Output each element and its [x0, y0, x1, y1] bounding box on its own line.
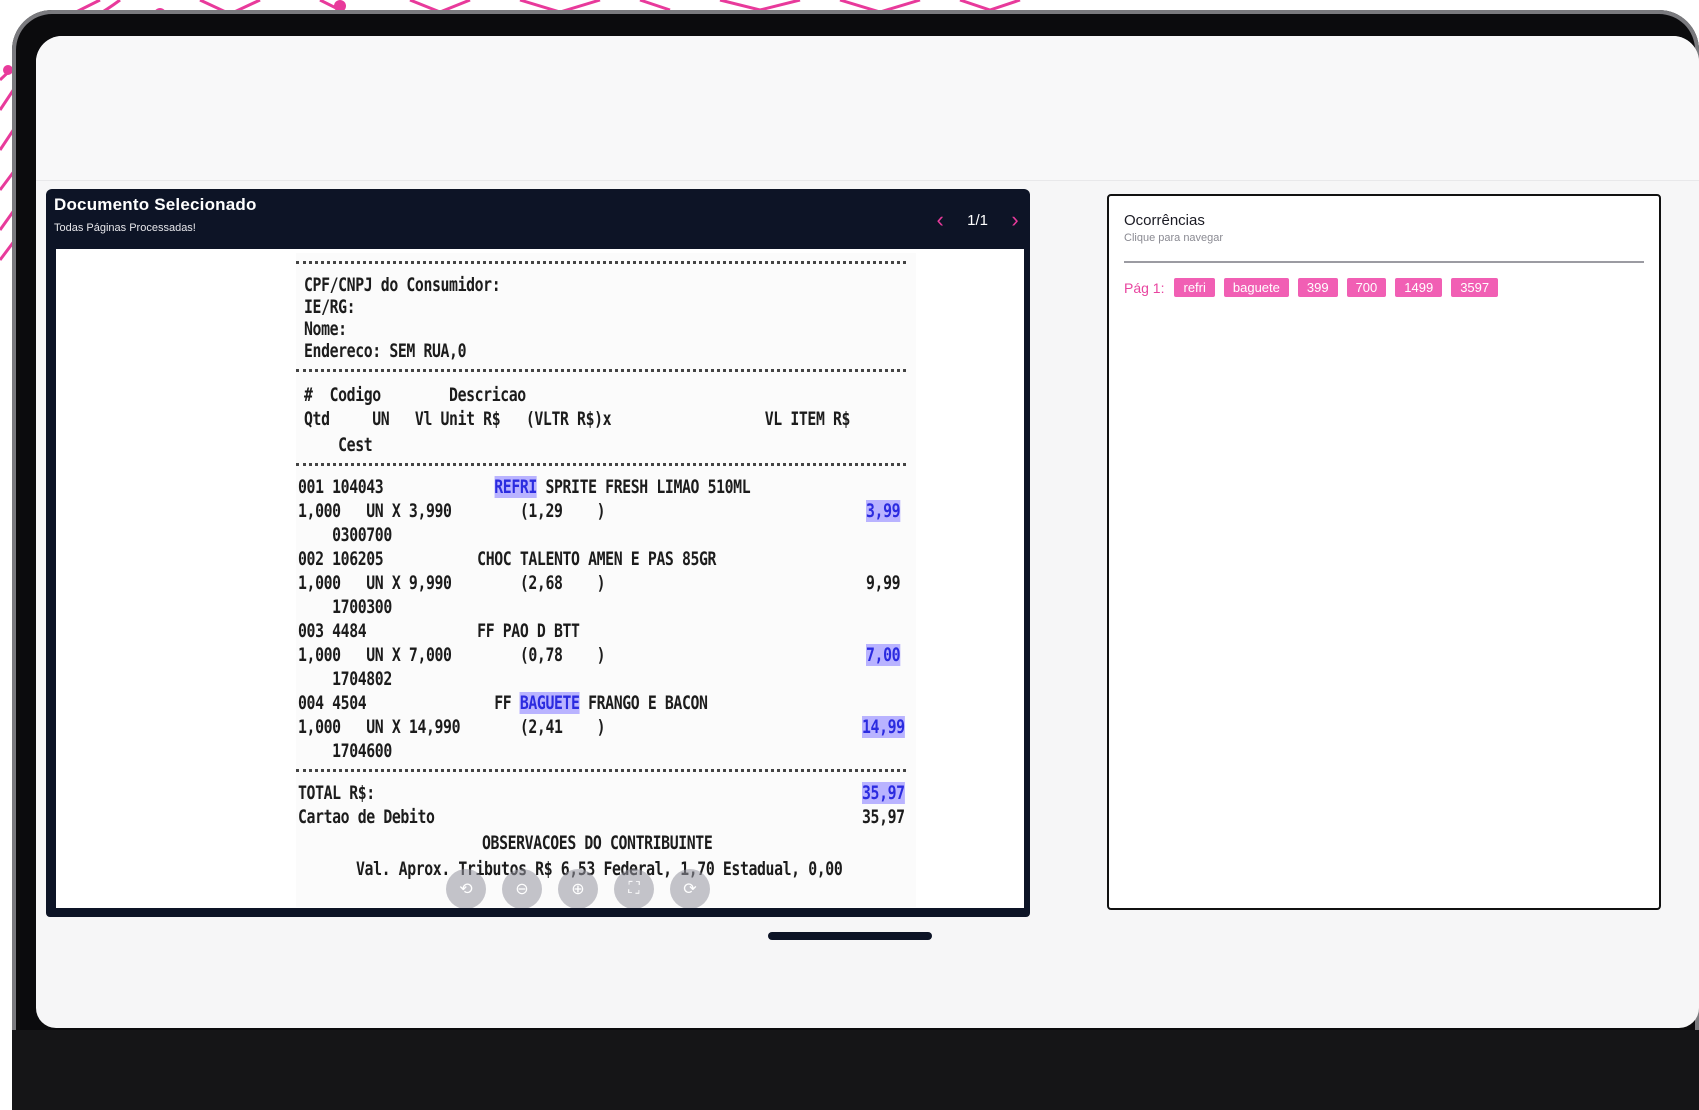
occurrence-page-label: Pág 1:	[1124, 279, 1165, 296]
document-image[interactable]: CPF/CNPJ do Consumidor: IE/RG: Nome: End…	[56, 249, 1024, 908]
occurrence-chip-1499[interactable]: 1499	[1395, 278, 1443, 297]
highlight-value: 3,99	[866, 500, 901, 522]
rotate-icon[interactable]: ⟳	[670, 869, 710, 908]
chevron-left-icon[interactable]: ‹	[933, 209, 947, 231]
receipt-line: 001 104043 REFRI SPRITE FRESH LIMAO 510M…	[298, 476, 751, 498]
receipt-line: 002 106205 CHOC TALENTO AMEN E PAS 85GR	[298, 548, 717, 570]
document-viewer: Documento Selecionado Todas Páginas Proc…	[46, 189, 1030, 917]
divider	[1124, 261, 1644, 263]
occurrence-chip-399[interactable]: 399	[1297, 278, 1338, 297]
receipt-line: 1704600	[298, 740, 392, 762]
receipt-scan: CPF/CNPJ do Consumidor: IE/RG: Nome: End…	[296, 253, 916, 907]
highlight-value: 7,00	[866, 644, 901, 666]
document-header: Documento Selecionado Todas Páginas Proc…	[46, 189, 1030, 249]
horizontal-scrollbar[interactable]	[768, 932, 932, 940]
receipt-line: 1704802	[298, 668, 392, 690]
document-subtitle: Todas Páginas Processadas!	[54, 222, 196, 234]
reset-icon[interactable]: ⟲	[446, 869, 486, 908]
receipt-line: 003 4484 FF PAO D BTT	[298, 620, 580, 642]
receipt-line: Endereco: SEM RUA,0	[304, 340, 467, 362]
zoom-out-icon[interactable]: ⊖	[502, 869, 542, 908]
total-value: 35,97	[862, 806, 905, 828]
receipt-line: Cartao de Debito	[298, 806, 435, 828]
highlight-value: 14,99	[862, 716, 905, 738]
occurrences-title: Ocorrências	[1124, 212, 1205, 229]
occurrence-chip-refri[interactable]: refri	[1174, 278, 1215, 297]
receipt-line: OBSERVACOES DO CONTRIBUINTE	[482, 832, 713, 854]
occurrence-chip-3597[interactable]: 3597	[1451, 278, 1499, 297]
receipt-line: 1700300	[298, 596, 392, 618]
receipt-line: Cest	[304, 434, 373, 456]
laptop-keyboard	[12, 1030, 1699, 1110]
screen: Documento Selecionado Todas Páginas Proc…	[36, 36, 1699, 1028]
receipt-line: TOTAL R$:	[298, 782, 375, 804]
document-title: Documento Selecionado	[54, 195, 257, 214]
occurrence-chip-baguete[interactable]: baguete	[1223, 278, 1289, 297]
occurrences-hint: Clique para navegar	[1124, 232, 1224, 244]
receipt-line: 1,000 UN X 9,990 (2,68 )	[298, 572, 606, 594]
receipt-line: # Codigo Descricao	[304, 384, 526, 406]
page-indicator: 1/1	[967, 211, 988, 229]
receipt-line: Qtd UN Vl Unit R$ (VLTR R$)x VL ITEM R$	[304, 408, 851, 430]
zoom-in-icon[interactable]: ⊕	[558, 869, 598, 908]
occurrence-row: Pág 1: refri baguete 399 700 1499 3597	[1124, 278, 1507, 297]
receipt-line: 1,000 UN X 14,990 (2,41 )	[298, 716, 606, 738]
highlight-baguete: BAGUETE	[519, 692, 580, 714]
receipt-line: 1,000 UN X 3,990 (1,29 )	[298, 500, 606, 522]
occurrence-chip-700[interactable]: 700	[1346, 278, 1387, 297]
highlight-refri: REFRI	[494, 476, 537, 498]
top-bar	[36, 36, 1699, 181]
pager: ‹ 1/1 ›	[933, 209, 1022, 231]
receipt-line: 004 4504 FF BAGUETE FRANGO E BACON	[298, 692, 708, 714]
receipt-line: 0300700	[298, 524, 392, 546]
chevron-right-icon[interactable]: ›	[1008, 209, 1022, 231]
item-value: 9,99	[866, 572, 901, 594]
occurrences-panel: Ocorrências Clique para navegar Pág 1: r…	[1107, 194, 1661, 910]
viewer-toolbar: ⟲ ⊖ ⊕ ⛶ ⟳	[446, 869, 710, 908]
fit-icon[interactable]: ⛶	[614, 869, 654, 908]
receipt-line: 1,000 UN X 7,000 (0,78 )	[298, 644, 606, 666]
highlight-total: 35,97	[862, 782, 905, 804]
